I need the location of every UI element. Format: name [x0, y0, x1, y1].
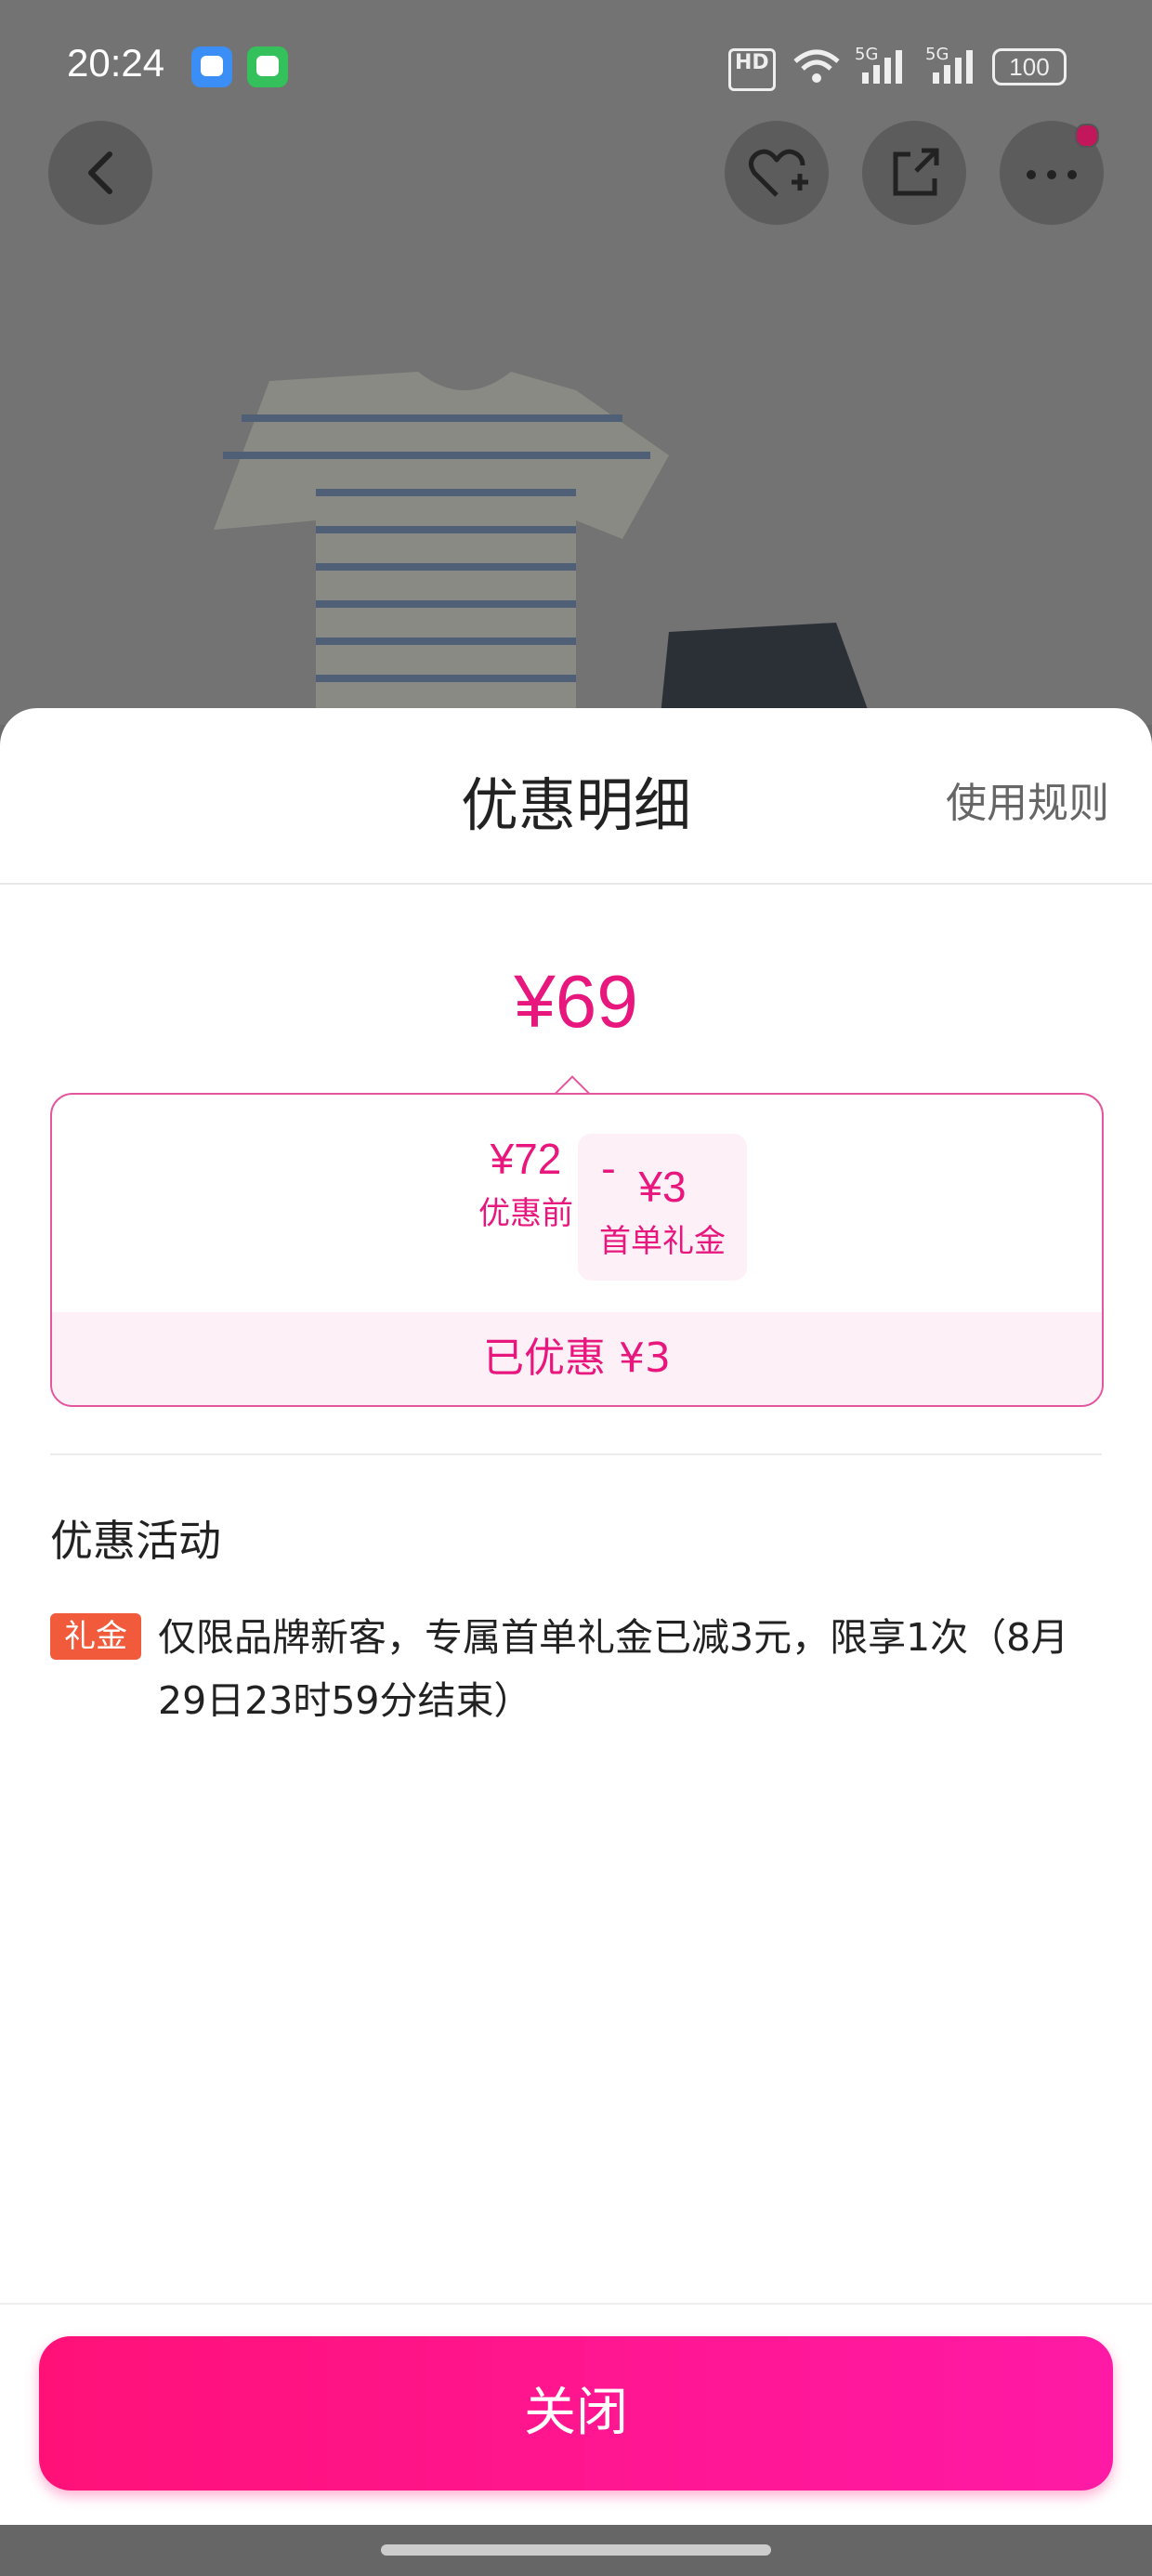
minus-sign: -	[601, 1145, 616, 1192]
back-button[interactable]	[48, 121, 152, 225]
hd-icon: HD	[728, 48, 776, 91]
favorite-button[interactable]	[725, 121, 829, 225]
saved-amount: 已优惠 ¥3	[52, 1312, 1102, 1405]
final-price: ¥69	[514, 960, 638, 1043]
divider	[0, 2303, 1152, 2305]
share-icon	[893, 148, 939, 196]
share-button[interactable]	[862, 121, 966, 225]
promotions-title: 优惠活动	[50, 1516, 221, 1566]
wifi-icon	[793, 49, 840, 83]
status-bar: 20:24 HD 5G 5G 100	[0, 0, 1152, 139]
status-time: 20:24	[67, 41, 165, 85]
usage-rules-link[interactable]: 使用规则	[946, 769, 1109, 829]
home-indicator[interactable]	[381, 2544, 771, 2556]
divider	[0, 883, 1152, 885]
message-app-icon	[247, 46, 288, 87]
notification-dot	[1075, 124, 1099, 148]
product-image	[214, 372, 873, 725]
battery-icon: 100	[992, 48, 1067, 85]
gift-money-tag: 礼金	[50, 1613, 141, 1660]
promotion-description: 仅限品牌新客，专属首单礼金已减3元，限享1次（8月29日23时59分结束）	[158, 1615, 1069, 1723]
chevron-left-icon	[88, 151, 112, 194]
heart-plus-icon	[749, 149, 808, 197]
discount-detail-sheet: 优惠明细 使用规则 ¥69 ¥3 首单礼金 ¥72 优惠前 - 已优惠 ¥3 优…	[0, 708, 1152, 2525]
close-button[interactable]: 关闭	[39, 2336, 1113, 2491]
price-calculation-box: ¥3 首单礼金 ¥72 优惠前 - 已优惠 ¥3	[50, 1093, 1104, 1407]
divider	[50, 1453, 1102, 1455]
original-price-label: 优惠前	[478, 1195, 573, 1232]
notification-app-icon	[191, 46, 232, 87]
